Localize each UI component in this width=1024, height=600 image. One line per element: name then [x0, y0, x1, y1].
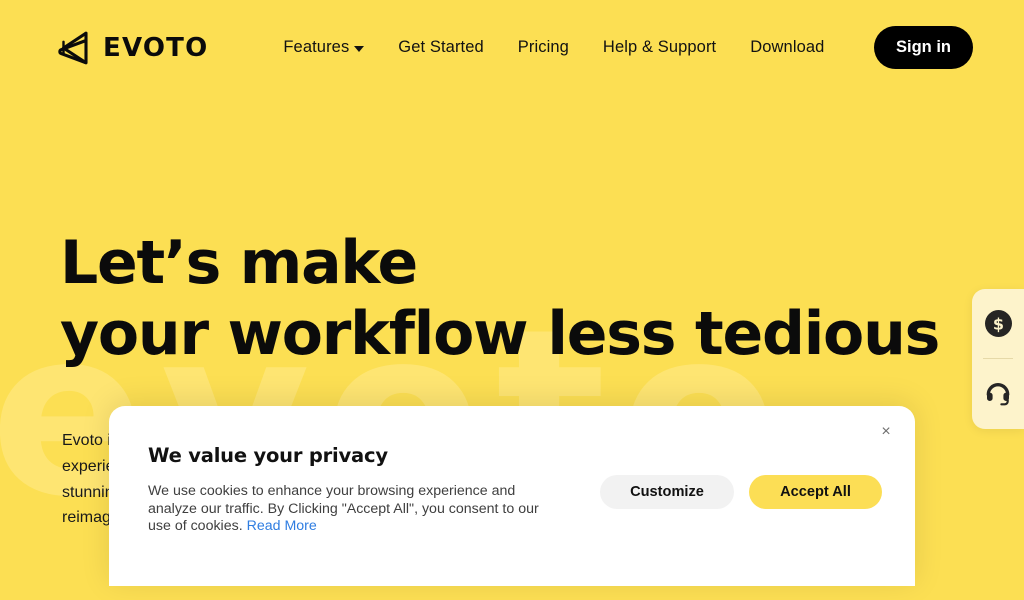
chevron-down-icon	[354, 46, 365, 52]
dock-item-pricing[interactable]: $	[972, 289, 1024, 358]
hero-line-2b: less tedious	[547, 299, 940, 369]
hero-line-2a: your workflow	[60, 299, 529, 369]
read-more-link[interactable]: Read More	[247, 518, 317, 534]
site-header: EVOTO Features Get Started Pricing Help …	[0, 0, 1024, 95]
hero-heading: Let’s make your workflow less tedious	[60, 228, 940, 370]
cookie-banner-title: We value your privacy	[148, 444, 388, 467]
cookie-consent-banner: We value your privacy We use cookies to …	[109, 406, 915, 586]
accept-all-button[interactable]: Accept All	[749, 475, 882, 509]
logo-wordmark: EVOTO	[103, 32, 209, 63]
nav-item-features[interactable]: Features	[266, 38, 381, 57]
cookie-banner-body-text: We use cookies to enhance your browsing …	[148, 483, 539, 535]
dock-item-support[interactable]	[972, 359, 1024, 428]
nav-item-label: Get Started	[398, 38, 484, 56]
evoto-butterfly-mark-icon	[58, 31, 88, 64]
nav-item-get-started[interactable]: Get Started	[381, 38, 500, 57]
nav-item-label: Pricing	[517, 38, 569, 56]
sign-in-button[interactable]: Sign in	[874, 26, 973, 69]
headset-icon	[986, 382, 1010, 405]
dollar-circle-icon: $	[984, 310, 1012, 337]
hero-line-2: your workflow less tedious	[60, 299, 940, 370]
nav-item-help-support[interactable]: Help & Support	[586, 38, 733, 57]
customize-button[interactable]: Customize	[600, 475, 734, 509]
nav-item-download[interactable]: Download	[733, 38, 841, 57]
main-navigation: Features Get Started Pricing Help & Supp…	[266, 38, 841, 57]
nav-item-pricing[interactable]: Pricing	[501, 38, 586, 57]
logo[interactable]: EVOTO	[56, 31, 208, 65]
close-icon[interactable]: ×	[873, 419, 899, 445]
nav-item-label: Help & Support	[602, 38, 717, 56]
nav-item-label: Features	[283, 38, 350, 56]
cookie-banner-actions: Customize Accept All	[600, 475, 882, 509]
svg-text:$: $	[992, 314, 1003, 333]
nav-item-label: Download	[750, 38, 825, 56]
floating-side-dock: $	[972, 289, 1024, 429]
cookie-banner-body: We use cookies to enhance your browsing …	[148, 483, 548, 536]
hero-line-1: Let’s make	[60, 228, 418, 298]
